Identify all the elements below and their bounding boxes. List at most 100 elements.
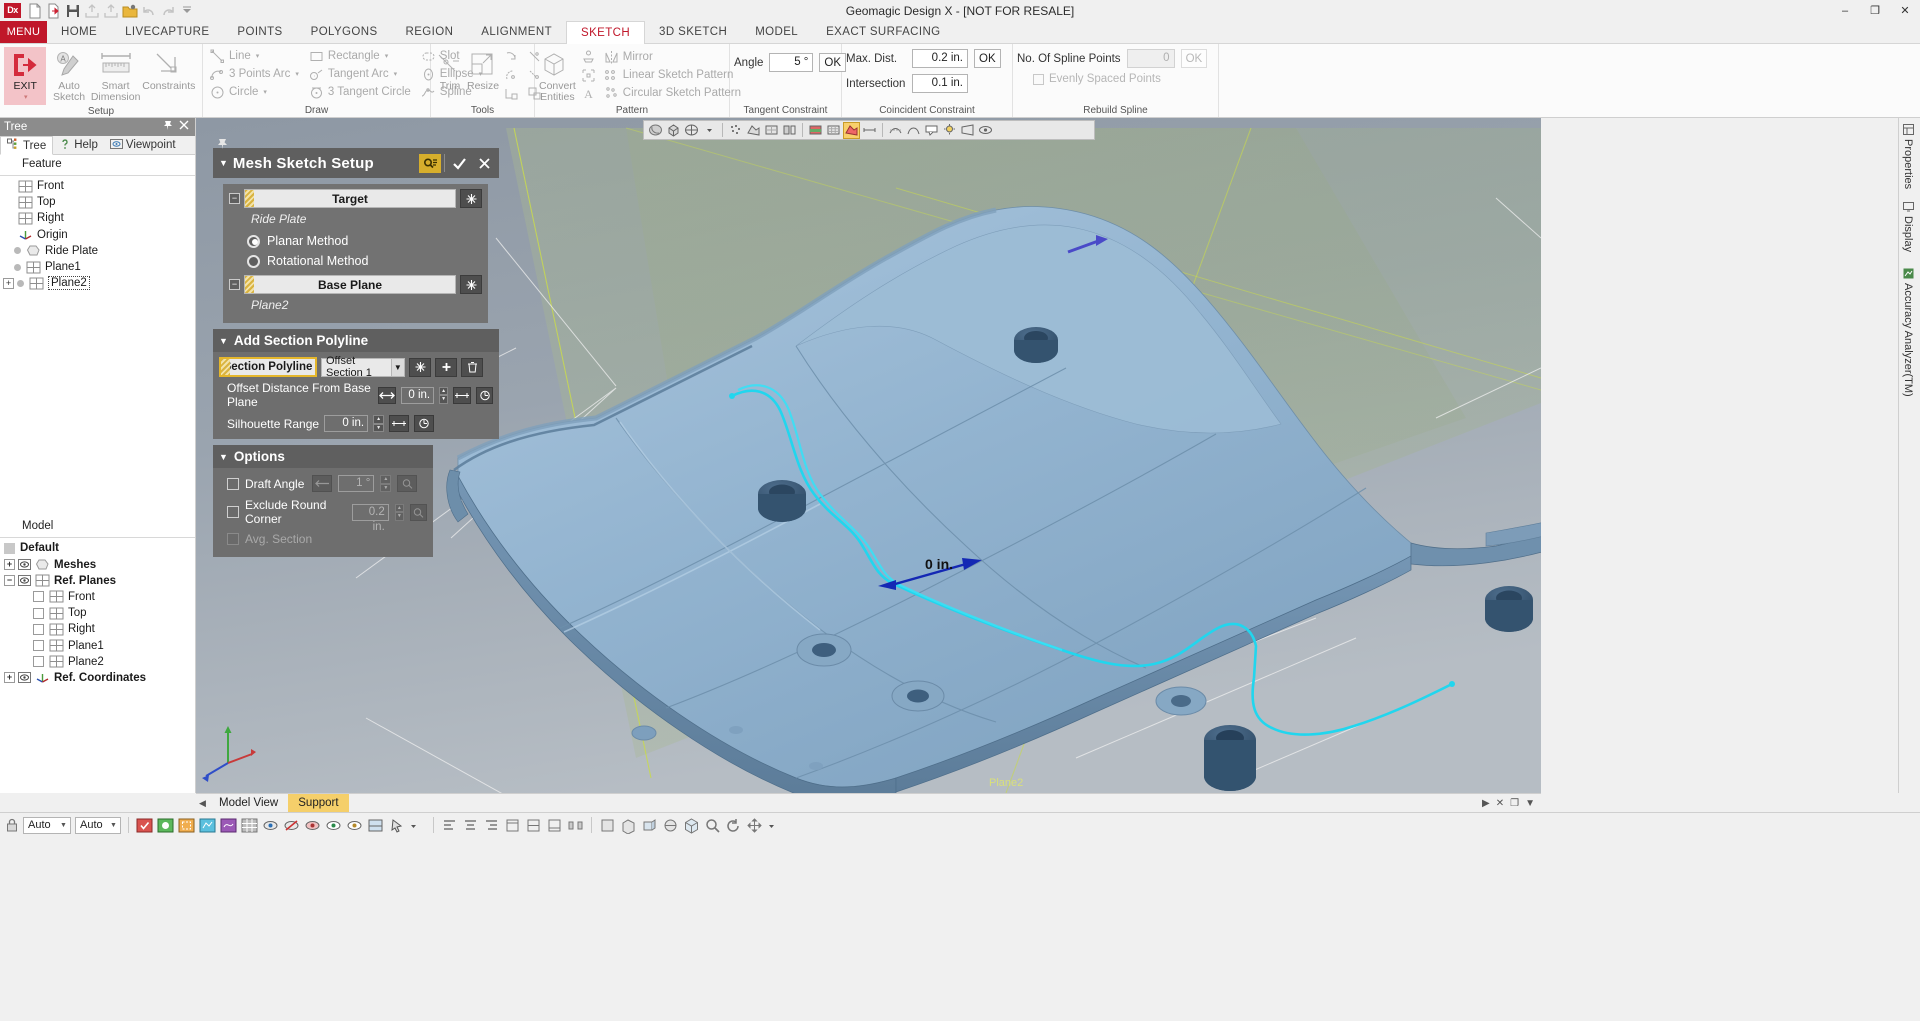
eye-icon[interactable] bbox=[325, 817, 342, 834]
add-section-polyline-header[interactable]: ▼ Add Section Polyline bbox=[213, 329, 499, 352]
avg-section-row[interactable]: Avg. Section bbox=[219, 529, 427, 549]
pattern-tool-2[interactable] bbox=[578, 66, 599, 84]
dock-tab-display[interactable]: Display bbox=[1899, 195, 1917, 258]
dock-tab-accuracy-analyzer[interactable]: Accuracy Analyzer(TM) bbox=[1899, 262, 1917, 403]
tree-item-ref-planes[interactable]: − Ref. Planes bbox=[0, 573, 195, 589]
visibility-checkbox[interactable] bbox=[33, 640, 44, 651]
triangle-down-icon[interactable]: ▼ bbox=[219, 452, 228, 462]
close-icon[interactable] bbox=[179, 120, 189, 134]
section-display-icon[interactable] bbox=[781, 122, 798, 139]
eye2-icon[interactable] bbox=[346, 817, 363, 834]
tree-item-plane2[interactable]: + Plane2 bbox=[0, 275, 195, 291]
target-field[interactable]: Target bbox=[244, 189, 456, 208]
offset-distance-input[interactable]: 0 in. bbox=[401, 387, 434, 404]
tab-alignment[interactable]: ALIGNMENT bbox=[467, 21, 566, 43]
free-select-icon[interactable] bbox=[220, 817, 237, 834]
visible-only-icon[interactable] bbox=[262, 817, 279, 834]
collapse-icon[interactable]: − bbox=[229, 279, 240, 290]
align-middle-icon[interactable] bbox=[525, 817, 542, 834]
tree-item-plane1[interactable]: Plane1 bbox=[0, 259, 195, 275]
draw-3tangent-circle-item[interactable]: 3 Tangent Circle bbox=[306, 83, 414, 101]
bottom-tab-model-view[interactable]: Model View bbox=[209, 794, 288, 813]
silhouette-range-input[interactable]: 0 in. bbox=[324, 415, 368, 432]
more2-icon[interactable] bbox=[767, 817, 784, 834]
draft-angle-stepper[interactable]: ▲▼ bbox=[380, 475, 391, 492]
align-top-icon[interactable] bbox=[504, 817, 521, 834]
curvature-icon[interactable] bbox=[905, 122, 922, 139]
align-right-icon[interactable] bbox=[483, 817, 500, 834]
bottom-tab-prev-icon[interactable]: ◀ bbox=[196, 798, 209, 809]
view-dropdown-icon[interactable] bbox=[701, 122, 718, 139]
snap-mode-select[interactable]: Auto ▼ bbox=[23, 817, 71, 834]
visibility-checkbox[interactable] bbox=[33, 591, 44, 602]
spline-points-input[interactable]: 0 bbox=[1127, 49, 1175, 68]
draft-angle-checkbox[interactable] bbox=[227, 478, 239, 490]
section-polyline-button[interactable]: Section Polyline bbox=[219, 357, 317, 377]
tab-model[interactable]: MODEL bbox=[741, 21, 812, 43]
align-center-icon[interactable] bbox=[462, 817, 479, 834]
more-icon[interactable] bbox=[409, 817, 426, 834]
left-view-icon[interactable] bbox=[641, 817, 658, 834]
exclude-round-corner-stepper[interactable]: ▲▼ bbox=[395, 504, 404, 521]
deviation-icon[interactable] bbox=[887, 122, 904, 139]
tab-viewpoint[interactable]: Viewpoint bbox=[104, 136, 182, 154]
silhouette-range-stepper[interactable]: ▲▼ bbox=[373, 415, 384, 432]
close-button[interactable]: ✕ bbox=[1890, 0, 1920, 21]
check-icon[interactable] bbox=[448, 154, 470, 173]
perspective-icon[interactable] bbox=[959, 122, 976, 139]
draft-angle-pick-icon[interactable] bbox=[397, 475, 417, 492]
draft-angle-direction-icon[interactable] bbox=[312, 475, 332, 492]
draw-line-item[interactable]: Line▾ bbox=[207, 47, 302, 65]
draw-3points-arc-item[interactable]: 3 Points Arc▾ bbox=[207, 65, 302, 83]
exclude-round-corner-row[interactable]: Exclude Round Corner 0.2 in. ▲▼ bbox=[219, 495, 427, 529]
measure-icon[interactable] bbox=[861, 122, 878, 139]
measure-distance-icon[interactable] bbox=[453, 387, 471, 404]
unit-select[interactable]: Auto ▼ bbox=[75, 817, 121, 834]
constraints-button[interactable]: Constraints bbox=[140, 47, 198, 92]
rotational-method-row[interactable]: Rotational Method bbox=[229, 250, 482, 270]
tree-item-ref-plane2[interactable]: Plane2 bbox=[0, 654, 195, 670]
flip-direction-icon[interactable] bbox=[378, 387, 396, 404]
select-icon[interactable] bbox=[136, 817, 153, 834]
reset-value-icon[interactable] bbox=[476, 387, 493, 404]
tree-item-default[interactable]: Default bbox=[0, 540, 195, 556]
trim-button[interactable]: Trim bbox=[435, 47, 465, 92]
bottom-tab-restore-icon[interactable]: ❐ bbox=[1510, 798, 1519, 809]
tab-polygons[interactable]: POLYGONS bbox=[297, 21, 392, 43]
tab-region[interactable]: REGION bbox=[392, 21, 468, 43]
trash-icon[interactable] bbox=[461, 358, 483, 377]
tree-item-ref-coordinates[interactable]: + Ref. Coordinates bbox=[0, 670, 195, 686]
pin-icon[interactable] bbox=[163, 120, 173, 134]
rect-select-icon[interactable] bbox=[178, 817, 195, 834]
triangle-down-icon[interactable]: ▼ bbox=[219, 158, 228, 168]
align-left-icon[interactable] bbox=[441, 817, 458, 834]
pick-icon[interactable] bbox=[388, 817, 405, 834]
pattern-tool-3[interactable]: A bbox=[578, 84, 599, 102]
reset-icon[interactable] bbox=[409, 358, 431, 377]
visibility-checkbox[interactable] bbox=[33, 624, 44, 635]
eye-icon[interactable] bbox=[18, 672, 31, 683]
draw-rectangle-item[interactable]: Rectangle▾ bbox=[306, 47, 414, 65]
draw-circle-item[interactable]: Circle▾ bbox=[207, 83, 302, 101]
tree-item-ref-top[interactable]: Top bbox=[0, 605, 195, 621]
visibility-checkbox[interactable] bbox=[33, 656, 44, 667]
dialog-title-bar[interactable]: ▼ Mesh Sketch Setup bbox=[213, 148, 499, 178]
exit-button[interactable]: EXIT ▾ bbox=[4, 47, 46, 105]
exclude-round-corner-pick-icon[interactable] bbox=[410, 504, 427, 521]
distribute-icon[interactable] bbox=[567, 817, 584, 834]
tree-item-top[interactable]: Top bbox=[0, 194, 195, 210]
tab-points[interactable]: POINTS bbox=[223, 21, 296, 43]
planar-method-radio[interactable] bbox=[247, 235, 260, 248]
visibility-icon[interactable] bbox=[977, 122, 994, 139]
wireframe-view-icon[interactable] bbox=[683, 122, 700, 139]
bottom-tab-menu-icon[interactable]: ▼ bbox=[1525, 798, 1535, 809]
evenly-spaced-points-row[interactable]: Evenly Spaced Points bbox=[1017, 73, 1161, 85]
tab-exact-surfacing[interactable]: EXACT SURFACING bbox=[812, 21, 954, 43]
poly-select-icon[interactable] bbox=[199, 817, 216, 834]
convert-entities-button[interactable]: Convert Entities bbox=[539, 47, 576, 103]
rotational-method-radio[interactable] bbox=[247, 255, 260, 268]
triangle-down-icon[interactable]: ▼ bbox=[219, 336, 228, 346]
spline-points-ok-button[interactable]: OK bbox=[1181, 49, 1208, 68]
menu-button[interactable]: MENU bbox=[0, 21, 47, 43]
tab-help[interactable]: Help bbox=[53, 136, 104, 154]
